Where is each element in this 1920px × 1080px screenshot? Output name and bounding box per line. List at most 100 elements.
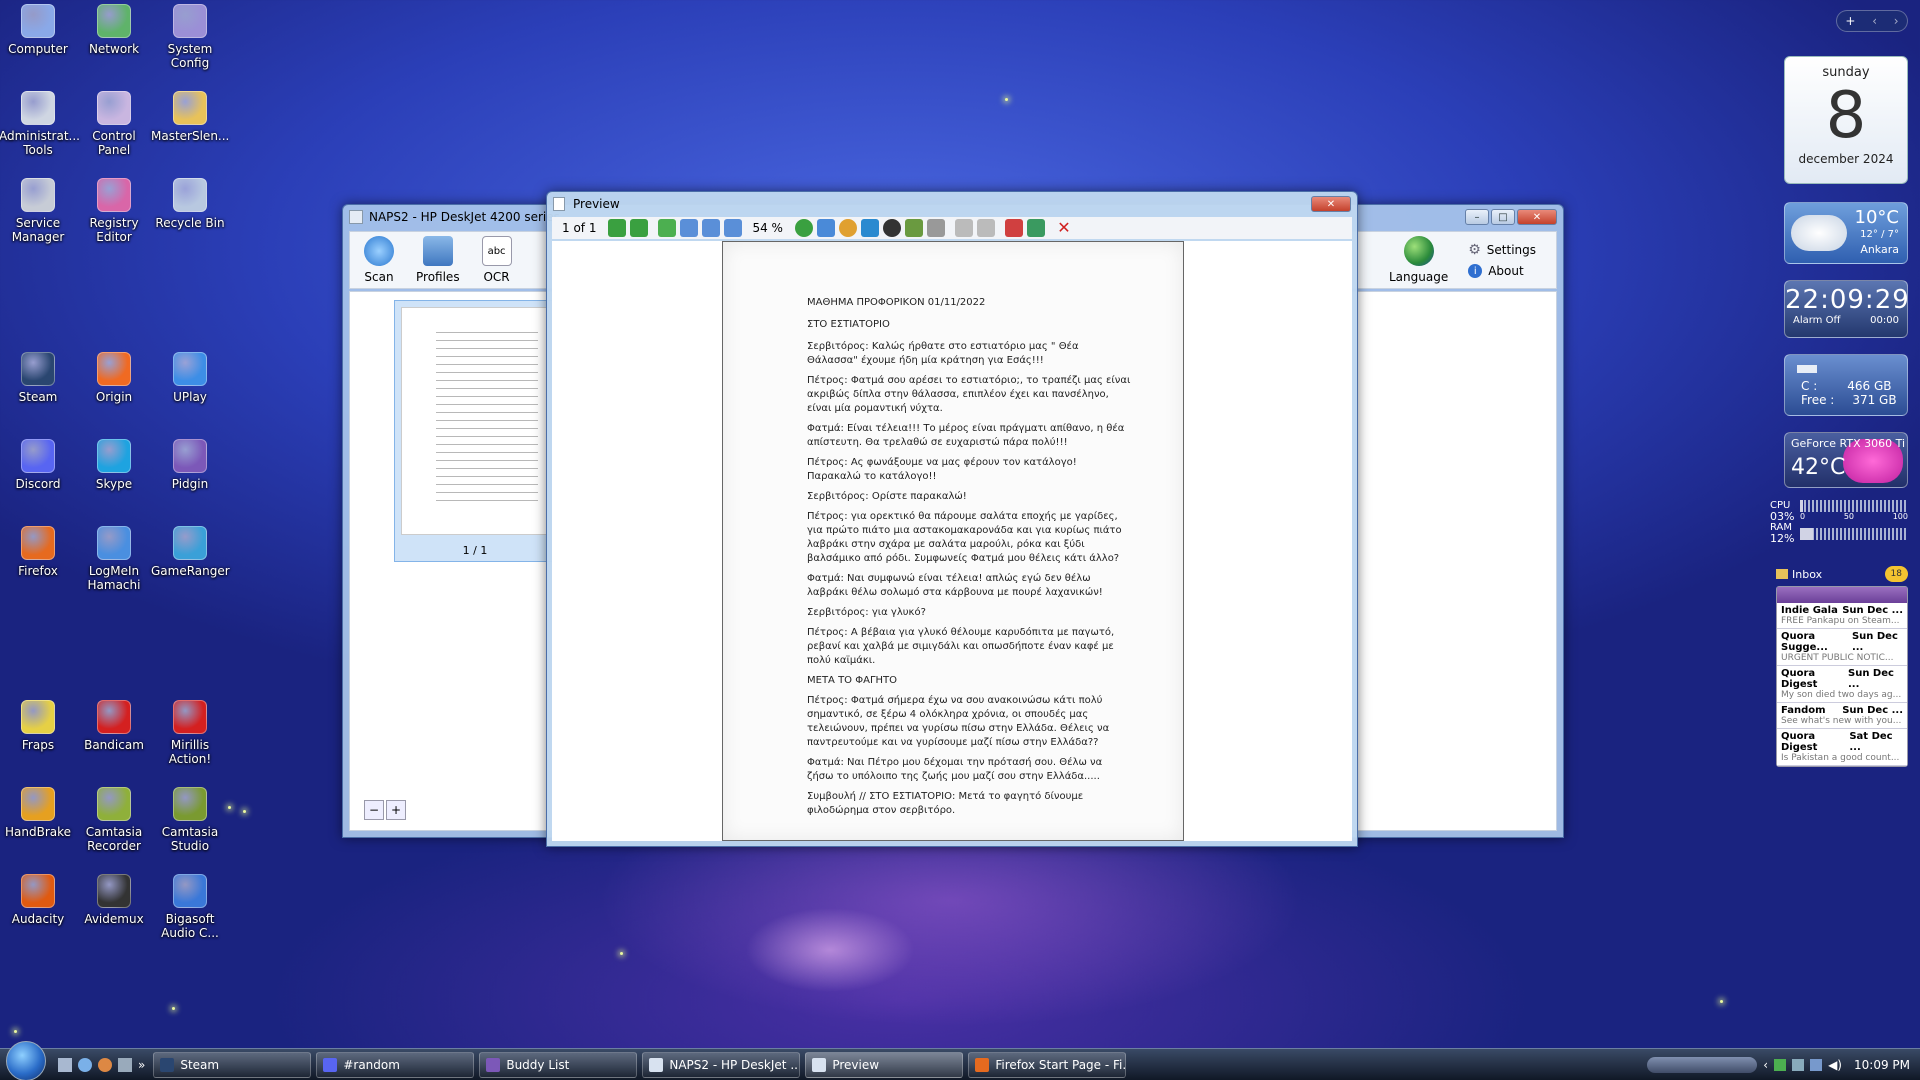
inbox-item[interactable]: Indie Gala Sun Dec ... FREE Pankapu on Ste… xyxy=(1777,603,1907,629)
add-gadget-icon[interactable]: + xyxy=(1845,14,1855,28)
minimize-button[interactable]: – xyxy=(1465,209,1489,225)
calendar-gadget[interactable]: sunday 8 december 2024 xyxy=(1784,56,1908,184)
about-button[interactable]: i About xyxy=(1468,264,1536,278)
inbox-item[interactable]: Quora Digest Sat Dec ... Is Pakistan a goo… xyxy=(1777,729,1907,766)
preview-titlebar[interactable]: Preview ✕ xyxy=(547,192,1357,216)
previous-gadget-icon[interactable]: ‹ xyxy=(1872,14,1877,28)
desktop-icon-audacity[interactable]: Audacity xyxy=(0,874,77,926)
alarm-status: Alarm Off xyxy=(1793,315,1841,326)
zoom-out-icon[interactable] xyxy=(724,219,743,237)
preview-window[interactable]: Preview ✕ 1 of 1 54 % ✕ ΜΑΘΗΜΑ ΠΡΟΦΟΡΙΚΟ… xyxy=(546,191,1358,847)
desktop-icon-gameranger[interactable]: GameRanger xyxy=(151,526,230,578)
desktop-icon-control-panel[interactable]: Control Panel xyxy=(75,91,153,157)
preview-canvas[interactable]: ΜΑΘΗΜΑ ΠΡΟΦΟΡΙΚΟΝ 01/11/2022 ΣΤΟ ΕΣΤΙΑΤΟΡ… xyxy=(552,241,1352,841)
cpu-ram-meter-gadget[interactable]: CPU 03% 0 50 100 RAM 12% xyxy=(1770,500,1908,546)
language-button[interactable]: Language xyxy=(1389,236,1448,284)
close-button[interactable]: ✕ xyxy=(1517,209,1557,225)
zoom-in-icon[interactable]: + xyxy=(386,800,406,820)
taskbar-clock[interactable]: 10:09 PM xyxy=(1854,1058,1910,1072)
taskbar-button[interactable]: Buddy List xyxy=(479,1051,638,1078)
computer-icon[interactable] xyxy=(118,1057,132,1072)
desktop-icon-bandicam[interactable]: Bandicam xyxy=(75,700,153,752)
bandicam-icon xyxy=(97,700,131,734)
desktop-icon-camtasia-studio[interactable]: Camtasia Studio xyxy=(151,787,229,853)
desktop-icon-action[interactable]: Mirillis Action! xyxy=(151,700,229,766)
inbox-item[interactable]: Quora Digest Sun Dec ... My son died two d… xyxy=(1777,666,1907,703)
chrome-icon[interactable] xyxy=(98,1057,112,1072)
desktop-icon-system-config[interactable]: System Config xyxy=(151,4,229,70)
weather-gadget[interactable]: 10°C 12° / 7° Ankara xyxy=(1784,202,1908,264)
taskbar-button[interactable]: Steam xyxy=(153,1051,312,1078)
desktop-icon-discord[interactable]: Discord xyxy=(0,439,77,491)
close-button[interactable]: ✕ xyxy=(1311,196,1351,212)
desktop-icon-pidgin[interactable]: Pidgin xyxy=(151,439,229,491)
taskbar-button[interactable]: Firefox Start Page - Fi... xyxy=(968,1051,1127,1078)
desktop-icon-registry[interactable]: Registry Editor xyxy=(75,178,153,244)
fit-page-icon[interactable] xyxy=(658,219,677,237)
zoom-level[interactable]: 54 % xyxy=(752,221,783,235)
desktop-icon-network[interactable]: Network xyxy=(75,4,153,56)
save-image-icon[interactable] xyxy=(1026,219,1045,237)
tray-arrow-icon[interactable]: ‹ xyxy=(1763,1058,1768,1072)
zoom-out-icon[interactable]: − xyxy=(364,800,384,820)
desktop-icon-uplay[interactable]: UPlay xyxy=(151,352,229,404)
save-pdf-icon[interactable] xyxy=(1004,219,1023,237)
next-page-icon[interactable] xyxy=(630,219,649,237)
desktop-icon-gear[interactable]: Service Manager xyxy=(0,178,77,244)
sharpen-icon[interactable] xyxy=(904,219,923,237)
inbox-list[interactable]: Indie Gala Sun Dec ... FREE Pankapu on Ste… xyxy=(1776,586,1908,767)
contrast-icon[interactable] xyxy=(882,219,901,237)
inbox-item[interactable]: Quora Sugge... Sun Dec ... URGENT PUBLIC N… xyxy=(1777,629,1907,666)
desktop-icon-skype[interactable]: Skype xyxy=(75,439,153,491)
taskbar-button[interactable]: #random xyxy=(316,1051,475,1078)
desktop-icon-camtasia-recorder[interactable]: Camtasia Recorder xyxy=(75,787,153,853)
desktop-icon-admin-tools[interactable]: Administrat... Tools xyxy=(0,91,80,157)
zoom-in-icon[interactable] xyxy=(702,219,721,237)
settings-button[interactable]: ⚙ Settings xyxy=(1468,242,1536,258)
split-horizontal-icon[interactable] xyxy=(976,219,995,237)
monitor-icon[interactable] xyxy=(1810,1058,1823,1071)
desktop-icon-fraps[interactable]: Fraps xyxy=(0,700,77,752)
system-config-icon xyxy=(173,4,207,38)
clock-gadget[interactable]: 22:09:29 Alarm Off 00:00 xyxy=(1784,280,1909,338)
show-desktop-icon[interactable] xyxy=(58,1057,72,1072)
desktop-icon-hamachi[interactable]: LogMeIn Hamachi xyxy=(75,526,153,592)
drive-gadget[interactable]: C : 466 GB Free : 371 GB xyxy=(1784,354,1908,416)
overflow-chevron-icon[interactable]: » xyxy=(138,1058,145,1072)
desktop-icon-computer[interactable]: Computer xyxy=(0,4,77,56)
taskbar-button[interactable]: NAPS2 - HP DeskJet ... xyxy=(642,1051,801,1078)
page-thumbnail[interactable]: 1 / 1 xyxy=(394,300,556,562)
desktop-icon-handbrake[interactable]: HandBrake xyxy=(0,787,77,839)
desktop-icon-origin[interactable]: Origin xyxy=(75,352,153,404)
tray-app-icon[interactable] xyxy=(1774,1058,1787,1071)
volume-icon[interactable]: ◀) xyxy=(1828,1058,1842,1072)
maximize-button[interactable]: □ xyxy=(1491,209,1515,225)
gpu-gadget[interactable]: GeForce RTX 3060 Ti 42°C xyxy=(1784,432,1908,488)
split-vertical-icon[interactable] xyxy=(954,219,973,237)
brightness-icon[interactable] xyxy=(838,219,857,237)
desktop-icon-steam[interactable]: Steam xyxy=(0,352,77,404)
inbox-gadget[interactable]: Inbox 18 Indie Gala Sun Dec ... FREE Panka… xyxy=(1776,566,1908,767)
desktop-icon-avidemux[interactable]: Avidemux xyxy=(75,874,153,926)
crop-icon[interactable] xyxy=(816,219,835,237)
desktop-icon-firefox[interactable]: Firefox xyxy=(0,526,77,578)
previous-page-icon[interactable] xyxy=(608,219,627,237)
network-icon[interactable] xyxy=(1792,1058,1805,1071)
desktop-icon-audio-converter[interactable]: Bigasoft Audio C... xyxy=(151,874,229,940)
profiles-button[interactable]: Profiles xyxy=(416,236,460,284)
inbox-item[interactable]: Fandom Sun Dec ... See what's new with you… xyxy=(1777,703,1907,729)
desktop-icon-recycle-bin[interactable]: Recycle Bin xyxy=(151,178,229,230)
next-gadget-icon[interactable]: › xyxy=(1894,14,1899,28)
start-button[interactable] xyxy=(6,1040,46,1080)
zoom-actual-icon[interactable] xyxy=(680,219,699,237)
rotate-icon[interactable] xyxy=(794,219,813,237)
text-icon[interactable] xyxy=(926,219,945,237)
ocr-button[interactable]: abc OCR xyxy=(481,236,512,284)
media-controls-icon[interactable] xyxy=(1647,1056,1758,1073)
media-player-icon[interactable] xyxy=(78,1057,92,1072)
delete-icon[interactable]: ✕ xyxy=(1055,219,1073,237)
hue-icon[interactable] xyxy=(860,219,879,237)
desktop-icon-folder[interactable]: MasterSlen... xyxy=(151,91,229,143)
scan-button[interactable]: Scan xyxy=(364,236,394,284)
taskbar-button[interactable]: Preview xyxy=(805,1051,964,1078)
